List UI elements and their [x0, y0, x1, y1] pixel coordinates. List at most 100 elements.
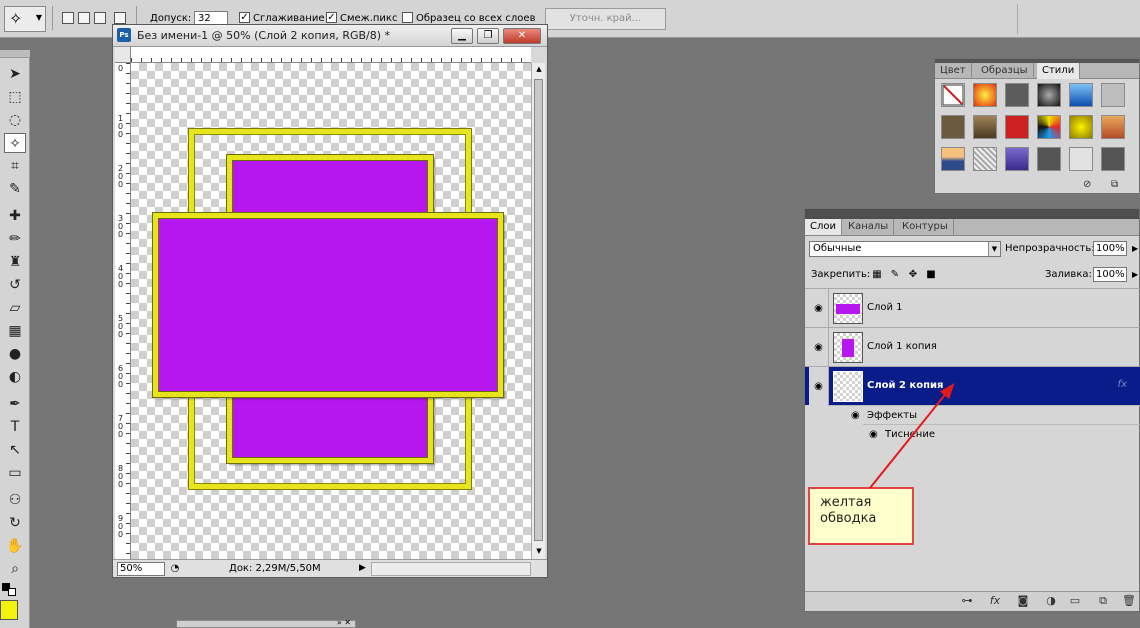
effects-eye-icon[interactable]: ◉	[851, 406, 860, 425]
vertical-ruler[interactable]: 0 1 0 0 2 0 0 3 0 0 4 0 0 5 0 0 6 0 0 7 …	[115, 63, 131, 559]
scroll-down-icon[interactable]: ▼	[533, 545, 545, 557]
opacity-slider-arrow-icon[interactable]: ▶	[1132, 244, 1138, 253]
fill-slider-arrow-icon[interactable]: ▶	[1132, 270, 1138, 279]
style-swatch[interactable]	[1037, 115, 1061, 139]
tab-channels[interactable]: Каналы	[843, 219, 895, 235]
magic-wand-tool-icon[interactable]: ✧	[4, 133, 26, 153]
style-swatch[interactable]	[1037, 147, 1061, 171]
tab-layers[interactable]: Слои	[805, 219, 842, 235]
collapse-icon[interactable]: » ✕	[337, 618, 351, 627]
style-swatch[interactable]	[1005, 83, 1029, 107]
lock-transparency-icon[interactable]: ▦	[871, 269, 883, 280]
effects-row[interactable]: ◉ Эффекты	[829, 405, 1140, 424]
dodge-tool-icon[interactable]: ◐	[4, 367, 26, 387]
minimize-button[interactable]: ▁	[451, 28, 473, 44]
visibility-eye-icon[interactable]: ◉	[809, 289, 829, 328]
style-swatch[interactable]	[973, 83, 997, 107]
style-swatch[interactable]	[941, 115, 965, 139]
tool-preset-picker[interactable]: ✧ ▼	[4, 6, 46, 32]
contiguous-checkbox[interactable]: ✓	[326, 12, 337, 23]
new-selection-icon[interactable]	[62, 12, 74, 24]
new-style-icon[interactable]: ⧉	[1111, 179, 1118, 190]
link-layers-icon[interactable]: ⊶	[959, 594, 975, 607]
fx-icon[interactable]: fx	[1118, 379, 1127, 390]
brush-tool-icon[interactable]: ✏	[4, 229, 26, 249]
style-swatch[interactable]	[941, 147, 965, 171]
add-to-selection-icon[interactable]	[78, 12, 90, 24]
effect-eye-icon[interactable]: ◉	[869, 425, 878, 444]
clone-stamp-tool-icon[interactable]: ♜	[4, 252, 26, 272]
shape-tool-icon[interactable]: ▭	[4, 463, 26, 483]
add-mask-icon[interactable]: ◙	[1015, 594, 1031, 607]
style-swatch[interactable]	[1005, 147, 1029, 171]
visibility-eye-icon[interactable]: ◉	[809, 367, 829, 406]
3d-rotate-tool-icon[interactable]: ⚇	[4, 490, 26, 510]
move-tool-icon[interactable]: ➤	[4, 64, 26, 84]
tab-swatches[interactable]: Образцы	[976, 63, 1034, 79]
style-swatch[interactable]	[1101, 115, 1125, 139]
style-swatch[interactable]	[973, 115, 997, 139]
scroll-up-icon[interactable]: ▲	[533, 63, 545, 75]
scroll-thumb[interactable]	[534, 79, 543, 541]
style-swatch[interactable]	[1069, 115, 1093, 139]
opacity-input[interactable]: 100%	[1093, 241, 1127, 256]
subtract-selection-icon[interactable]	[94, 12, 106, 24]
document-title-bar[interactable]: Ps Без имени-1 @ 50% (Слой 2 копия, RGB/…	[113, 25, 547, 47]
antialias-checkbox[interactable]: ✓	[239, 12, 250, 23]
swap-colors-icon[interactable]	[8, 588, 16, 596]
vertical-scrollbar[interactable]: ▲ ▼	[531, 63, 545, 559]
new-layer-icon[interactable]: ⧉	[1095, 594, 1111, 608]
status-menu-arrow-icon[interactable]: ▶	[359, 563, 366, 573]
layer-style-fx-icon[interactable]: fx	[987, 594, 1003, 607]
style-swatch[interactable]	[1069, 147, 1093, 171]
crop-tool-icon[interactable]: ⌗	[4, 156, 26, 176]
close-button[interactable]: ✕	[503, 28, 541, 44]
blend-mode-select[interactable]: Обычные ▼	[809, 241, 1001, 257]
style-swatch[interactable]	[1101, 83, 1125, 107]
style-swatch[interactable]	[1069, 83, 1093, 107]
lock-image-icon[interactable]: ✎	[889, 269, 901, 280]
intersect-selection-icon[interactable]	[114, 12, 126, 24]
style-swatch[interactable]	[1005, 115, 1029, 139]
history-brush-tool-icon[interactable]: ↺	[4, 275, 26, 295]
collapsed-panel[interactable]: » ✕	[176, 618, 356, 628]
tab-paths[interactable]: Контуры	[897, 219, 954, 235]
style-swatch[interactable]	[1101, 147, 1125, 171]
refine-edge-button[interactable]: Уточн. край...	[545, 8, 666, 30]
sample-all-checkbox[interactable]	[402, 12, 413, 23]
lasso-tool-icon[interactable]: ◌	[4, 110, 26, 130]
tab-styles[interactable]: Стили	[1037, 63, 1081, 79]
layer-row-selected[interactable]: ◉ Слой 2 копия fx	[805, 366, 1140, 406]
document-canvas[interactable]	[131, 63, 531, 559]
tab-color[interactable]: Цвет	[935, 63, 972, 79]
horizontal-ruler[interactable]	[131, 47, 531, 63]
marquee-tool-icon[interactable]: ⬚	[4, 87, 26, 107]
status-info-icon[interactable]: ◔	[169, 562, 181, 576]
gradient-tool-icon[interactable]: ▦	[4, 321, 26, 341]
fill-input[interactable]: 100%	[1093, 267, 1127, 282]
3d-orbit-tool-icon[interactable]: ↻	[4, 513, 26, 533]
layer-row[interactable]: ◉ Слой 1	[805, 288, 1140, 328]
panel-header[interactable]	[805, 209, 1139, 219]
visibility-eye-icon[interactable]: ◉	[809, 328, 829, 367]
blur-tool-icon[interactable]: ●	[4, 344, 26, 364]
zoom-field[interactable]: 50%	[117, 562, 165, 576]
toolbox-grip[interactable]	[0, 50, 30, 58]
zoom-tool-icon[interactable]: ⌕	[4, 559, 26, 579]
style-swatch[interactable]	[1037, 83, 1061, 107]
restore-button[interactable]: ❐	[477, 28, 499, 44]
style-swatch[interactable]	[973, 147, 997, 171]
ruler-origin[interactable]	[115, 47, 131, 63]
new-group-icon[interactable]: ▭	[1067, 594, 1083, 607]
type-tool-icon[interactable]: T	[4, 417, 26, 437]
eyedropper-tool-icon[interactable]: ✎	[4, 179, 26, 199]
clear-style-icon[interactable]: ⊘	[1083, 179, 1091, 190]
healing-brush-tool-icon[interactable]: ✚	[4, 206, 26, 226]
eraser-tool-icon[interactable]: ▱	[4, 298, 26, 318]
delete-layer-icon[interactable]: 🗑	[1121, 594, 1137, 607]
lock-position-icon[interactable]: ✥	[907, 269, 919, 280]
hand-tool-icon[interactable]: ✋	[4, 536, 26, 556]
adjustment-layer-icon[interactable]: ◑	[1043, 594, 1059, 607]
path-selection-tool-icon[interactable]: ↖	[4, 440, 26, 460]
effect-item-row[interactable]: ◉ Тиснение	[863, 424, 1140, 443]
